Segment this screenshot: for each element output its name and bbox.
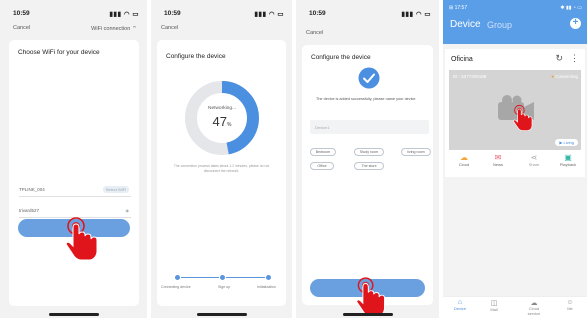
wifi-password-value: trivard527 xyxy=(19,208,40,213)
refresh-icon[interactable]: ↻ xyxy=(555,53,563,64)
networking-label: Networking... xyxy=(208,106,236,111)
status-bar: 10:59 ▮▮▮ ◠ ▭ xyxy=(296,0,439,22)
status-time: ⊞ 17:57 xyxy=(449,5,467,11)
step-dot-1 xyxy=(174,274,181,281)
bag-icon: ◫ xyxy=(490,300,498,307)
signal-battery-icon: ✱ ▮▮ ◔ ▭ xyxy=(560,5,582,11)
screen-device-list: ⊞ 17:57 ✱ ▮▮ ◔ ▭ Device Group + Oficina … xyxy=(443,0,587,318)
action-playback-label: Playback xyxy=(559,162,577,167)
tag-bedroom[interactable]: Bedroom xyxy=(310,148,336,156)
nav-cloud-service[interactable]: ☁ Cloud service xyxy=(519,299,549,316)
tag-study-room[interactable]: Study room xyxy=(354,148,384,156)
live-badge: ▶ Living xyxy=(555,139,578,146)
action-news[interactable]: ✉ News xyxy=(483,153,513,167)
cancel-button[interactable]: Cancel xyxy=(13,25,30,31)
wifi-connection-link[interactable]: WiFi connection ⌔ xyxy=(91,25,137,32)
success-check-icon xyxy=(358,67,380,89)
signal-wifi-battery-icon: ▮▮▮ ◠ ▭ xyxy=(254,11,284,18)
configure-card: Configure the device Networking... 47% T… xyxy=(157,40,286,306)
home-indicator xyxy=(196,313,247,316)
nav-mall[interactable]: ◫ Mall xyxy=(479,299,509,312)
nav-me-label: Me xyxy=(567,306,573,311)
action-row: ☁ Cloud ✉ News ⋖ Share ▣ Playback xyxy=(445,153,585,175)
screen-configure-progress: 10:59 ▮▮▮ ◠ ▭ Cancel Configure the devic… xyxy=(151,0,292,318)
action-share[interactable]: ⋖ Share xyxy=(519,153,549,167)
device-name: Oficina xyxy=(451,56,473,63)
name-device-card: Configure the device The device is added… xyxy=(302,45,433,305)
more-menu-icon[interactable]: ⋮ xyxy=(570,53,579,64)
share-icon: ⋖ xyxy=(530,153,538,162)
screen-name-device: 10:59 ▮▮▮ ◠ ▭ Cancel Configure the devic… xyxy=(296,0,439,318)
status-time: 10:59 xyxy=(309,10,326,17)
cloud-icon: ☁ xyxy=(460,153,468,162)
live-label: Living xyxy=(563,140,574,145)
top-bar: ⊞ 17:57 ✱ ▮▮ ◔ ▭ Device Group + xyxy=(443,0,587,44)
add-device-button[interactable]: + xyxy=(570,18,581,29)
status-time: 10:59 xyxy=(13,10,30,17)
device-name-input[interactable]: Device1 xyxy=(310,120,429,134)
home-indicator xyxy=(342,313,393,316)
step-dot-3 xyxy=(265,274,272,281)
nav-cloud-service-label: Cloud service xyxy=(527,306,541,316)
action-cloud[interactable]: ☁ Cloud xyxy=(449,153,479,167)
home-indicator xyxy=(48,313,99,316)
progress-hint: The connection process takes about 1-2 m… xyxy=(173,164,270,173)
page-title: Choose WiFi for your device xyxy=(18,49,100,56)
signal-wifi-battery-icon: ▮▮▮ ◠ ▭ xyxy=(109,11,139,18)
status-time: 10:59 xyxy=(164,10,181,17)
step-dot-2 xyxy=(219,274,226,281)
step-label-signup: Sign up xyxy=(218,285,231,289)
bottom-nav: ⌂ Device ◫ Mall ☁ Cloud service ☺ Me xyxy=(443,296,587,318)
action-playback[interactable]: ▣ Playback xyxy=(553,153,583,167)
success-message: The device is added successfully, please… xyxy=(316,97,416,101)
wifi-icon: ⌔ xyxy=(131,26,137,32)
tag-living-room[interactable]: living room xyxy=(401,148,431,156)
news-icon: ✉ xyxy=(494,153,502,162)
wifi-connection-label: WiFi connection xyxy=(91,26,131,32)
device-card[interactable]: Oficina ↻ ⋮ ID : 5277206188 ● Connecting… xyxy=(445,49,585,177)
pointing-hand-icon xyxy=(65,217,98,261)
signal-wifi-battery-icon: ▮▮▮ ◠ ▭ xyxy=(401,11,431,18)
home-icon: ⌂ xyxy=(457,299,463,306)
cancel-button[interactable]: Cancel xyxy=(161,25,178,31)
action-news-label: News xyxy=(492,162,503,167)
page-title: Configure the device xyxy=(166,53,226,60)
connecting-status: ● Connecting xyxy=(551,74,578,79)
eye-icon[interactable]: ◉ xyxy=(126,208,130,213)
progress-percent-value: 47 xyxy=(212,114,227,129)
progress-percent-unit: % xyxy=(227,122,232,128)
status-bar: 10:59 ▮▮▮ ◠ ▭ xyxy=(151,0,292,22)
device-id: ID : 5277206188 xyxy=(453,74,487,79)
status-bar: 10:59 ▮▮▮ ◠ ▭ xyxy=(0,0,147,22)
action-share-label: Share xyxy=(528,162,540,167)
tutorial-strip: 10:59 ▮▮▮ ◠ ▭ Cancel WiFi connection ⌔ C… xyxy=(0,0,587,320)
wifi-card: Choose WiFi for your device TPLINK_004 S… xyxy=(9,40,139,306)
tag-office[interactable]: Office xyxy=(310,162,334,170)
nav-me[interactable]: ☺ Me xyxy=(555,299,585,311)
nav-device[interactable]: ⌂ Device xyxy=(445,299,475,311)
step-label-connecting: Connecting device xyxy=(161,285,191,289)
tab-device[interactable]: Device xyxy=(450,19,481,30)
cancel-button[interactable]: Cancel xyxy=(306,30,323,36)
step-label-initialization: Initialization xyxy=(257,285,276,289)
nav-device-label: Device xyxy=(453,306,467,311)
device-name-placeholder: Device1 xyxy=(315,125,330,130)
pointing-hand-icon xyxy=(356,277,385,317)
select-wifi-button[interactable]: Select WiFi xyxy=(102,186,129,193)
status-time-value: 17:57 xyxy=(454,5,468,11)
progress-percent: 47% xyxy=(182,113,262,131)
tag-the-store[interactable]: The store xyxy=(354,162,384,170)
page-title: Configure the device xyxy=(311,54,371,61)
nav-mall-label: Mall xyxy=(490,307,498,312)
wifi-name-value: TPLINK_004 xyxy=(19,187,45,192)
tab-group[interactable]: Group xyxy=(487,20,512,30)
pointing-hand-icon xyxy=(513,104,533,131)
screen-choose-wifi: 10:59 ▮▮▮ ◠ ▭ Cancel WiFi connection ⌔ C… xyxy=(0,0,147,318)
wifi-name-field[interactable]: TPLINK_004 Select WiFi xyxy=(19,183,131,197)
connecting-label: Connecting xyxy=(555,74,578,79)
action-cloud-label: Cloud xyxy=(458,162,470,167)
playback-icon: ▣ xyxy=(564,153,572,162)
person-icon: ☺ xyxy=(566,299,574,306)
